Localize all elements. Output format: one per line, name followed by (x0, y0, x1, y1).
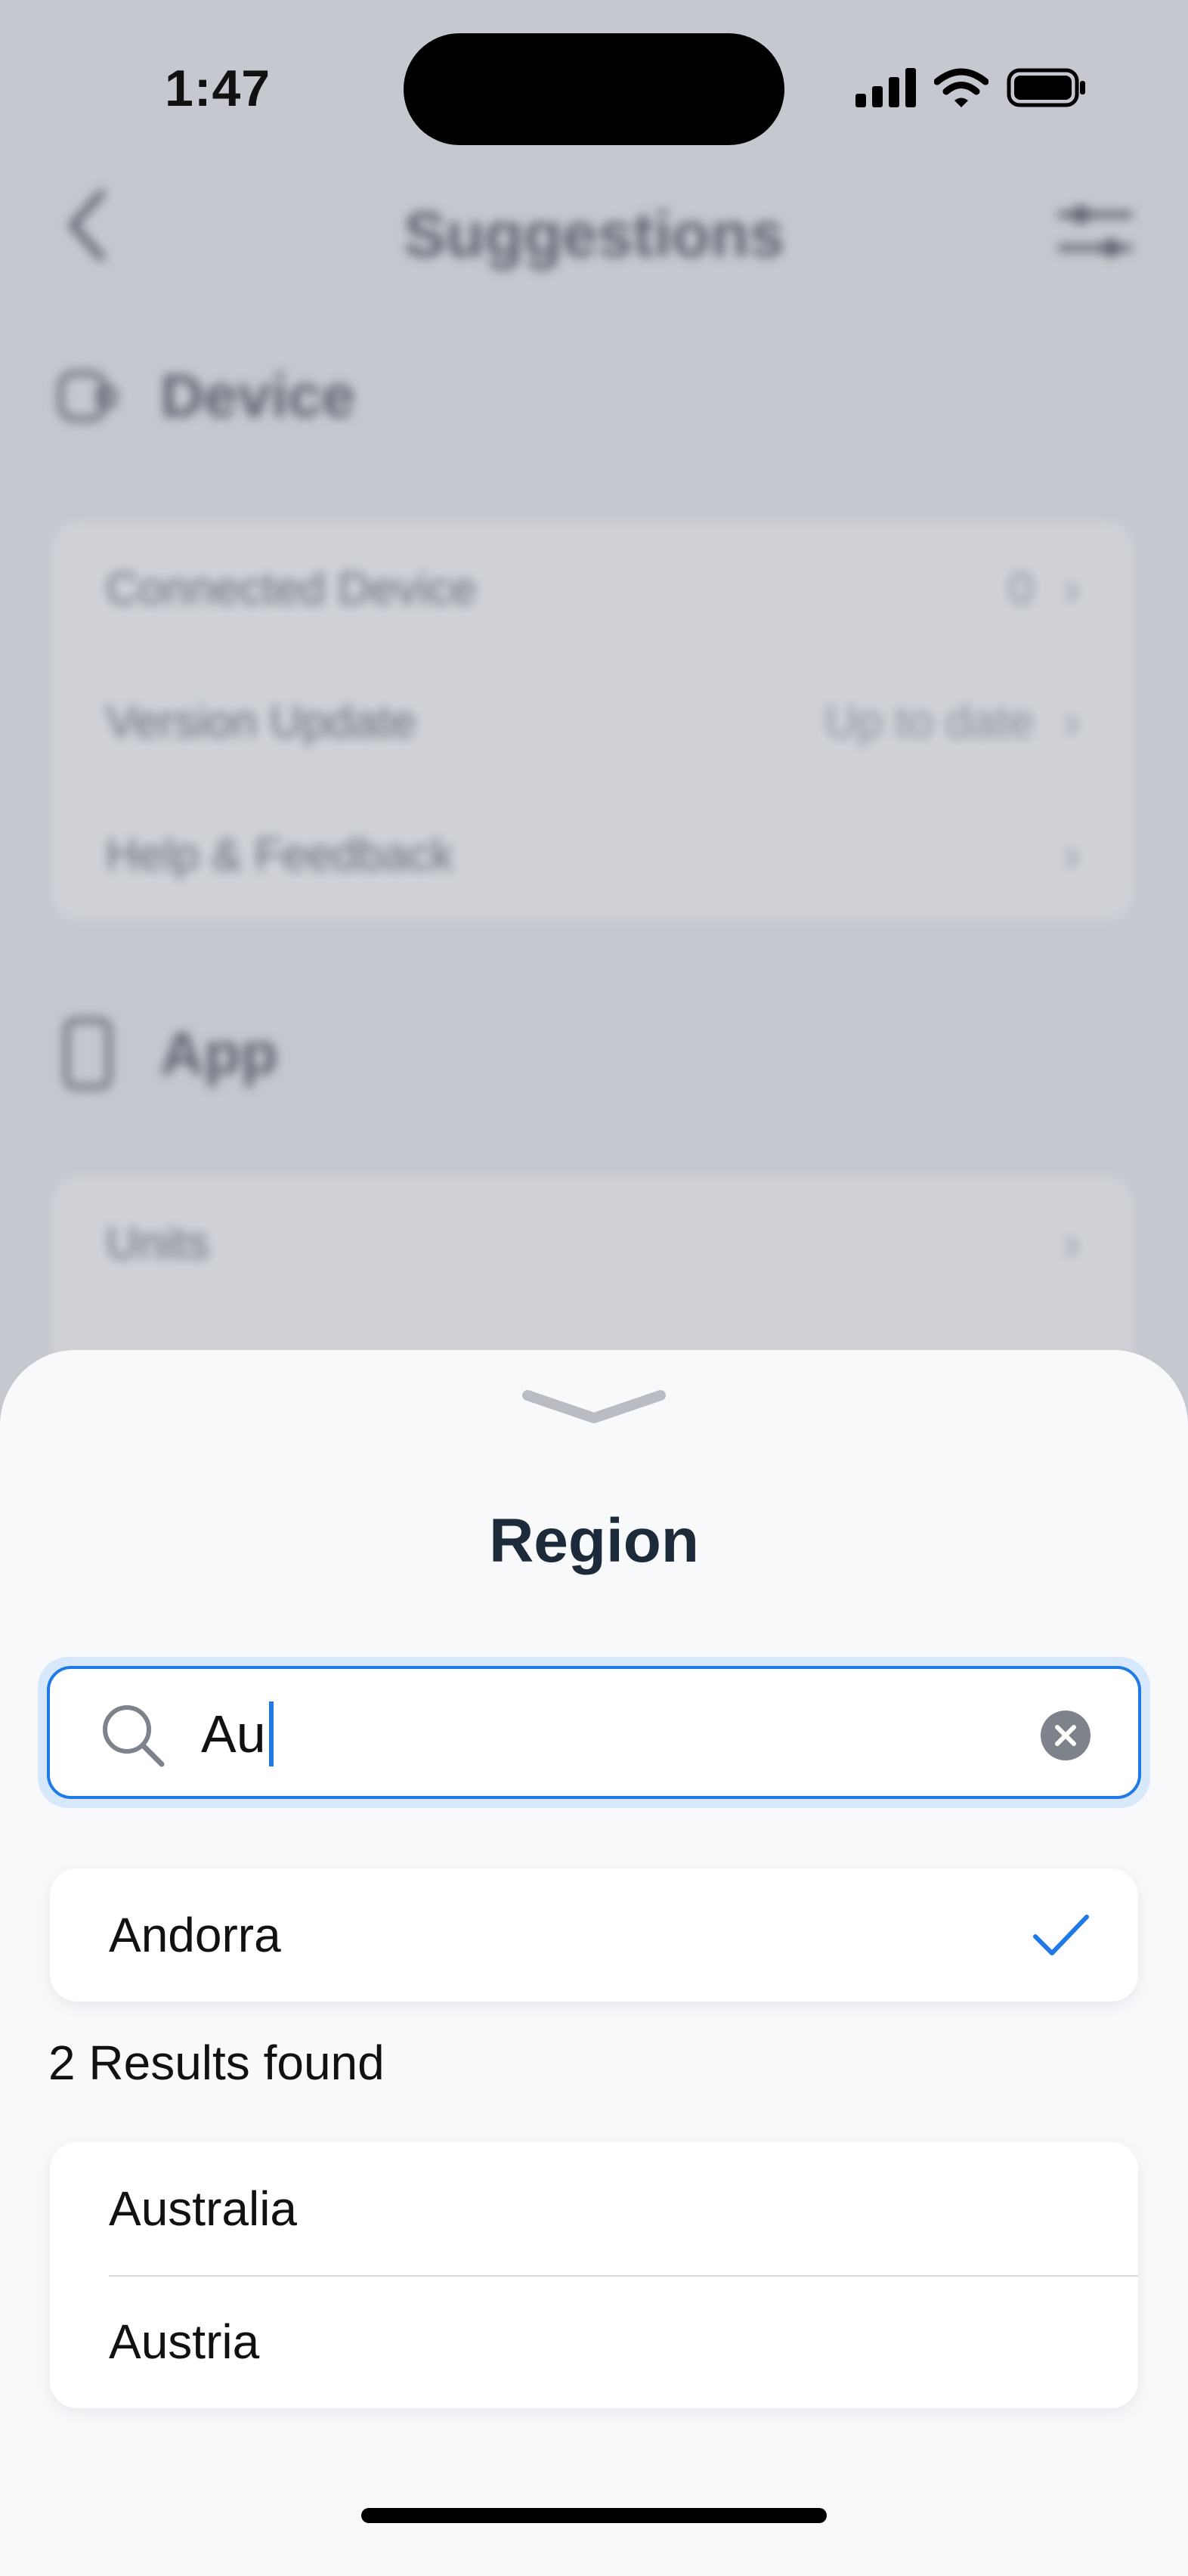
device-section-label: Device (160, 362, 355, 429)
search-input-text[interactable]: Au (201, 1696, 274, 1772)
dynamic-island (404, 33, 784, 145)
bg-row-units: Units › (106, 1176, 1079, 1309)
chevron-right-icon: › (1064, 562, 1079, 614)
selected-region-row[interactable]: Andorra (50, 1869, 1138, 2002)
background-page: Suggestions Device Connected Device 0 › V… (0, 0, 1188, 1478)
selected-region-label: Andorra (109, 1908, 281, 1962)
search-input-value: Au (201, 1704, 266, 1763)
checkmark-icon (1033, 1915, 1089, 1955)
screen: Suggestions Device Connected Device 0 › V… (0, 0, 1188, 2576)
chevron-right-icon: › (1064, 828, 1079, 880)
device-section-heading: Device (54, 361, 355, 431)
filter-icon (1053, 198, 1137, 270)
background-title: Suggestions (403, 199, 785, 270)
bg-row-value: 0 (1008, 562, 1035, 614)
results-count: 2 Results found (48, 2036, 385, 2090)
device-card: Connected Device 0 › Version Update Up to… (51, 522, 1134, 921)
selected-region-card: Andorra (50, 1869, 1138, 2002)
home-indicator[interactable] (361, 2508, 827, 2523)
sheet-title: Region (489, 1506, 699, 1575)
bg-row-label: Units (106, 1217, 209, 1268)
bg-row-label: Connected Device (106, 562, 477, 614)
text-caret (268, 1701, 274, 1766)
bg-row-connected-device: Connected Device 0 › (106, 522, 1079, 655)
bg-row-version-update: Version Update Up to date › (106, 655, 1079, 788)
status-icons (855, 67, 1087, 109)
phone-icon (63, 1017, 112, 1090)
chevron-right-icon: › (1064, 695, 1079, 747)
clear-search-icon[interactable] (1040, 1710, 1091, 1761)
bg-row-help-feedback: Help & Feedback › (106, 788, 1079, 921)
bg-row-value: Up to date (824, 695, 1035, 747)
search-icon (103, 1705, 165, 1767)
region-sheet: Region Au Andorra 2 Results found Austra… (0, 1350, 1188, 2576)
device-icon (57, 370, 117, 422)
signal-icon (855, 68, 916, 107)
app-section-label: App (160, 1020, 278, 1087)
bg-row-label: Version Update (106, 695, 416, 747)
list-item[interactable]: Australia (50, 2142, 1138, 2275)
results-card: Australia Austria (50, 2142, 1138, 2408)
chevron-right-icon: › (1064, 1217, 1079, 1268)
search-focus-ring: Au (38, 1657, 1150, 1808)
search-input[interactable]: Au (47, 1666, 1141, 1799)
battery-icon (1007, 68, 1085, 107)
app-section-heading: App (54, 1016, 278, 1091)
sheet-dismiss-chevron-icon[interactable] (521, 1388, 667, 1429)
status-time: 1:47 (165, 60, 271, 117)
wifi-icon (934, 68, 988, 107)
result-label: Austria (109, 2314, 260, 2369)
bg-row-label: Help & Feedback (106, 828, 454, 880)
list-item[interactable]: Austria (50, 2275, 1138, 2408)
result-label: Australia (109, 2181, 297, 2236)
